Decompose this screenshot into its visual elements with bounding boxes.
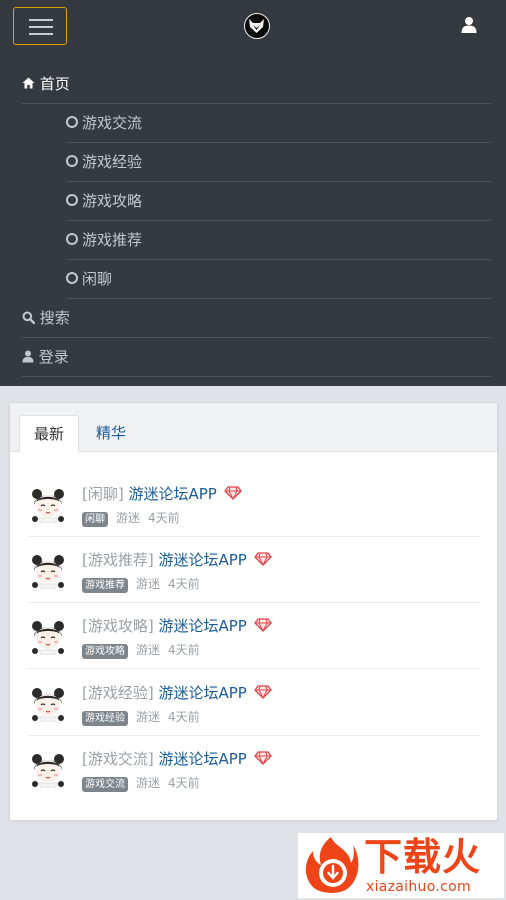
thread-title[interactable]: 游迷论坛APP xyxy=(159,551,247,569)
thread-item[interactable]: [游戏推荐] 游迷论坛APP 游戏推荐 游迷 4天前 xyxy=(28,537,480,603)
thread-author[interactable]: 游迷 xyxy=(136,776,160,790)
avatar[interactable] xyxy=(28,549,68,589)
user-icon xyxy=(22,350,34,362)
thread-time: 4天前 xyxy=(148,511,180,525)
thread-author[interactable]: 游迷 xyxy=(116,511,140,525)
nav-item-login[interactable]: 登录 xyxy=(22,338,491,377)
circle-icon xyxy=(66,155,78,167)
category-badge[interactable]: 游戏交流 xyxy=(82,777,128,792)
diamond-icon xyxy=(223,486,242,500)
thread-author[interactable]: 游迷 xyxy=(136,710,160,724)
hamburger-icon xyxy=(29,19,53,21)
thread-time: 4天前 xyxy=(168,710,200,724)
thread-title[interactable]: 游迷论坛APP xyxy=(159,750,247,768)
home-icon xyxy=(22,77,35,89)
hamburger-icon-bar xyxy=(29,33,53,35)
thread-title[interactable]: 游迷论坛APP xyxy=(159,617,247,635)
tab-latest[interactable]: 最新 xyxy=(19,415,80,453)
search-icon xyxy=(22,311,35,324)
category-badge[interactable]: 游戏经验 xyxy=(82,711,128,726)
thread-title-line: [游戏经验] 游迷论坛APP xyxy=(82,682,272,703)
thread-category[interactable]: [游戏经验] xyxy=(82,684,154,702)
watermark-text: 下载火 xyxy=(364,835,482,879)
nav-subitem-game-guide[interactable]: 游戏攻略 xyxy=(66,182,491,221)
nav-subitem-label: 游戏经验 xyxy=(82,153,143,171)
thread-time: 4天前 xyxy=(168,643,200,657)
thread-title-line: [游戏交流] 游迷论坛APP xyxy=(82,748,272,769)
circle-icon xyxy=(66,116,78,128)
thread-list-card: 最新 精华 [闲聊] 游迷论坛APP 闲聊 游迷 4天前 [游戏推荐] 游迷论坛… xyxy=(9,402,498,821)
avatar[interactable] xyxy=(28,748,68,788)
nav-item-search[interactable]: 搜索 xyxy=(22,299,491,338)
nav-subitem-chitchat[interactable]: 闲聊 xyxy=(66,260,491,299)
top-navbar: 首页 游戏交流 游戏经验 游戏攻略 游戏推荐 闲聊 搜索 登录 xyxy=(0,0,506,386)
nav-subitem-label: 游戏推荐 xyxy=(82,231,143,249)
watermark-url: xiazaihuo.com xyxy=(366,879,471,895)
thread-time: 4天前 xyxy=(168,776,200,790)
flame-logo-icon xyxy=(305,837,359,893)
thread-title[interactable]: 游迷论坛APP xyxy=(159,684,247,702)
thread-item[interactable]: [闲聊] 游迷论坛APP 闲聊 游迷 4天前 xyxy=(28,471,480,537)
circle-icon xyxy=(66,272,78,284)
thread-author[interactable]: 游迷 xyxy=(136,577,160,591)
thread-time: 4天前 xyxy=(168,577,200,591)
diamond-icon xyxy=(253,751,272,765)
circle-icon xyxy=(66,233,78,245)
menu-toggle-button[interactable] xyxy=(13,7,67,45)
nav-subitem-label: 游戏攻略 xyxy=(82,192,143,210)
thread-category[interactable]: [游戏交流] xyxy=(82,750,154,768)
thread-title-line: [游戏推荐] 游迷论坛APP xyxy=(82,549,272,570)
category-badge[interactable]: 游戏推荐 xyxy=(82,578,128,593)
diamond-icon xyxy=(253,552,272,566)
nav-subitem-game-experience[interactable]: 游戏经验 xyxy=(66,143,491,182)
nav-subitem-label: 游戏交流 xyxy=(82,114,143,132)
thread-title[interactable]: 游迷论坛APP xyxy=(129,485,217,503)
thread-category[interactable]: [闲聊] xyxy=(82,485,124,503)
nav-subitem-game-chat[interactable]: 游戏交流 xyxy=(66,104,491,143)
thread-item[interactable]: [游戏攻略] 游迷论坛APP 游戏攻略 游迷 4天前 xyxy=(28,603,480,669)
avatar[interactable] xyxy=(28,615,68,655)
card-tabs: 最新 精华 xyxy=(10,403,497,453)
thread-item[interactable]: [游戏交流] 游迷论坛APP 游戏交流 游迷 4天前 xyxy=(28,736,480,802)
thread-category[interactable]: [游戏推荐] xyxy=(82,551,154,569)
watermark-logo: 下载火 xiazaihuo.com xyxy=(298,833,504,898)
nav-subitem-game-recommend[interactable]: 游戏推荐 xyxy=(66,221,491,260)
thread-category[interactable]: [游戏攻略] xyxy=(82,617,154,635)
logo-icon xyxy=(249,19,264,33)
circle-icon xyxy=(66,194,78,206)
nav-item-label: 登录 xyxy=(38,348,69,366)
site-logo[interactable] xyxy=(244,13,270,39)
nav-item-label: 搜索 xyxy=(39,309,70,327)
thread-title-line: [游戏攻略] 游迷论坛APP xyxy=(82,615,272,636)
thread-meta: 游戏推荐 游迷 4天前 xyxy=(82,575,200,593)
thread-meta: 游戏攻略 游迷 4天前 xyxy=(82,641,200,659)
thread-author[interactable]: 游迷 xyxy=(136,643,160,657)
thread-title-line: [闲聊] 游迷论坛APP xyxy=(82,483,242,504)
avatar[interactable] xyxy=(28,682,68,722)
category-badge[interactable]: 游戏攻略 xyxy=(82,644,128,659)
category-badge[interactable]: 闲聊 xyxy=(82,512,108,527)
thread-meta: 闲聊 游迷 4天前 xyxy=(82,509,180,527)
avatar[interactable] xyxy=(28,483,68,523)
nav-subitem-label: 闲聊 xyxy=(82,270,113,288)
diamond-icon xyxy=(253,685,272,699)
tab-featured[interactable]: 精华 xyxy=(82,415,140,453)
diamond-icon xyxy=(253,618,272,632)
nav-item-label: 首页 xyxy=(39,75,70,93)
user-icon[interactable] xyxy=(460,16,478,34)
thread-item[interactable]: [游戏经验] 游迷论坛APP 游戏经验 游迷 4天前 xyxy=(28,670,480,736)
thread-meta: 游戏经验 游迷 4天前 xyxy=(82,708,200,726)
thread-meta: 游戏交流 游迷 4天前 xyxy=(82,774,200,792)
nav-item-home[interactable]: 首页 xyxy=(22,65,491,104)
hamburger-icon-bar xyxy=(29,26,53,28)
